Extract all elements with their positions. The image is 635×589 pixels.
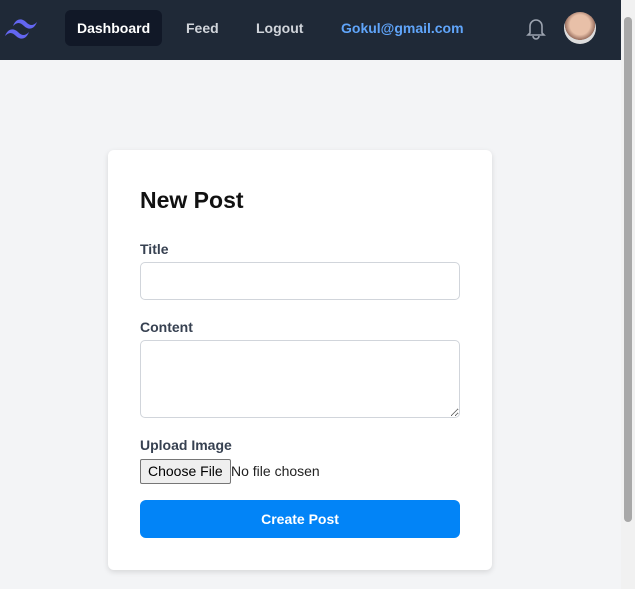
avatar[interactable] xyxy=(564,12,596,44)
scrollbar-thumb[interactable] xyxy=(624,17,632,522)
content-label: Content xyxy=(140,319,193,335)
tailwind-logo-icon[interactable] xyxy=(3,16,41,40)
choose-file-button[interactable]: Choose File xyxy=(140,459,231,484)
page-title: New Post xyxy=(140,187,244,213)
nav-dashboard[interactable]: Dashboard xyxy=(65,10,163,46)
upload-label: Upload Image xyxy=(140,437,232,453)
scrollbar[interactable] xyxy=(621,0,635,589)
content-textarea[interactable] xyxy=(140,340,460,418)
title-input[interactable] xyxy=(140,262,460,300)
file-status: No file chosen xyxy=(231,463,320,479)
title-label: Title xyxy=(140,241,169,257)
nav-logout[interactable]: Logout xyxy=(244,10,315,46)
nav-email[interactable]: Gokul@gmail.com xyxy=(329,10,476,46)
new-post-card: New Post Title Content Upload Image Choo… xyxy=(108,150,492,570)
create-post-button[interactable]: Create Post xyxy=(140,500,460,538)
bell-icon[interactable] xyxy=(525,16,547,40)
navbar: Dashboard Feed Logout Gokul@gmail.com xyxy=(0,0,621,60)
nav-feed[interactable]: Feed xyxy=(174,10,231,46)
